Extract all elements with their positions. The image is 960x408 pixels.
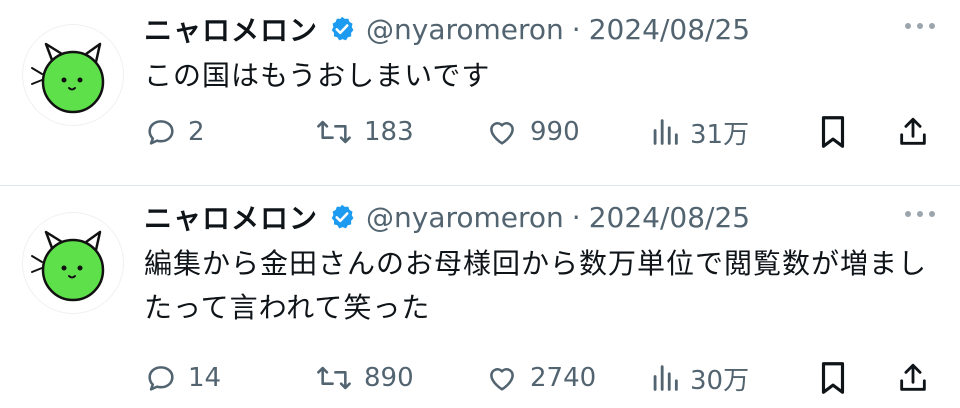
- avatar[interactable]: [22, 212, 124, 314]
- bookmark-icon: [821, 116, 845, 148]
- views-count: 30万: [690, 365, 750, 396]
- tweet-header: ニャロメロン @nyaromeron · 2024/08/25: [144, 6, 750, 52]
- tweet-date[interactable]: 2024/08/25: [589, 201, 750, 234]
- tweet-text: 編集から金田さんのお母様回から数万単位で閲覧数が増ましたって言われて笑った: [144, 247, 928, 324]
- more-icon[interactable]: [900, 202, 940, 226]
- retweet-icon: [317, 120, 351, 144]
- author-name[interactable]: ニャロメロン: [144, 197, 318, 237]
- avatar-character-icon: [31, 230, 105, 302]
- retweet-count: 890: [364, 363, 414, 393]
- like-icon: [490, 368, 514, 391]
- share-button[interactable]: [896, 108, 930, 156]
- like-button[interactable]: 2740: [484, 354, 596, 402]
- tweet-header: ニャロメロン @nyaromeron · 2024/08/25: [144, 194, 750, 240]
- author-name[interactable]: ニャロメロン: [144, 9, 318, 49]
- reply-icon: [148, 120, 174, 145]
- action-bar: 2 183 990 31万: [144, 108, 944, 156]
- header-separator: ·: [571, 12, 581, 46]
- share-button[interactable]: [896, 354, 930, 402]
- verified-badge-icon: [328, 203, 356, 231]
- avatar[interactable]: [22, 24, 124, 126]
- tweet-date[interactable]: 2024/08/25: [589, 13, 750, 46]
- views-button[interactable]: 31万: [650, 108, 749, 156]
- like-count: 990: [530, 117, 580, 147]
- views-count: 31万: [690, 119, 750, 150]
- views-button[interactable]: 30万: [650, 354, 749, 402]
- share-icon: [900, 363, 926, 391]
- retweet-button[interactable]: 183: [314, 108, 414, 156]
- tweet[interactable]: ニャロメロン @nyaromeron · 2024/08/25 編集から金田さん…: [0, 188, 960, 408]
- verified-badge-icon: [328, 15, 356, 43]
- reply-button[interactable]: 2: [144, 108, 205, 156]
- author-handle[interactable]: @nyaromeron: [366, 13, 564, 46]
- tweet[interactable]: ニャロメロン @nyaromeron · 2024/08/25 この国はもうおし…: [0, 0, 960, 186]
- tweet-divider: [0, 185, 960, 186]
- views-icon: [653, 119, 678, 145]
- like-count: 2740: [530, 363, 597, 393]
- retweet-icon: [317, 366, 351, 390]
- avatar-character-icon: [31, 42, 105, 114]
- retweet-button[interactable]: 890: [314, 354, 414, 402]
- share-icon: [900, 117, 926, 145]
- bookmark-icon: [821, 362, 845, 394]
- bookmark-button[interactable]: [816, 354, 850, 402]
- reply-icon: [148, 366, 174, 391]
- reply-button[interactable]: 14: [144, 354, 221, 402]
- like-button[interactable]: 990: [484, 108, 580, 156]
- like-icon: [490, 122, 514, 145]
- reply-count: 2: [188, 117, 205, 147]
- header-separator: ·: [571, 200, 581, 234]
- retweet-count: 183: [364, 117, 414, 147]
- tweet-text: この国はもうおしまいです: [144, 59, 491, 92]
- more-icon[interactable]: [900, 14, 940, 38]
- author-handle[interactable]: @nyaromeron: [366, 201, 564, 234]
- reply-count: 14: [188, 363, 222, 393]
- views-icon: [653, 365, 678, 391]
- bookmark-button[interactable]: [816, 108, 850, 156]
- action-bar: 14 890 2740 30万: [144, 354, 944, 402]
